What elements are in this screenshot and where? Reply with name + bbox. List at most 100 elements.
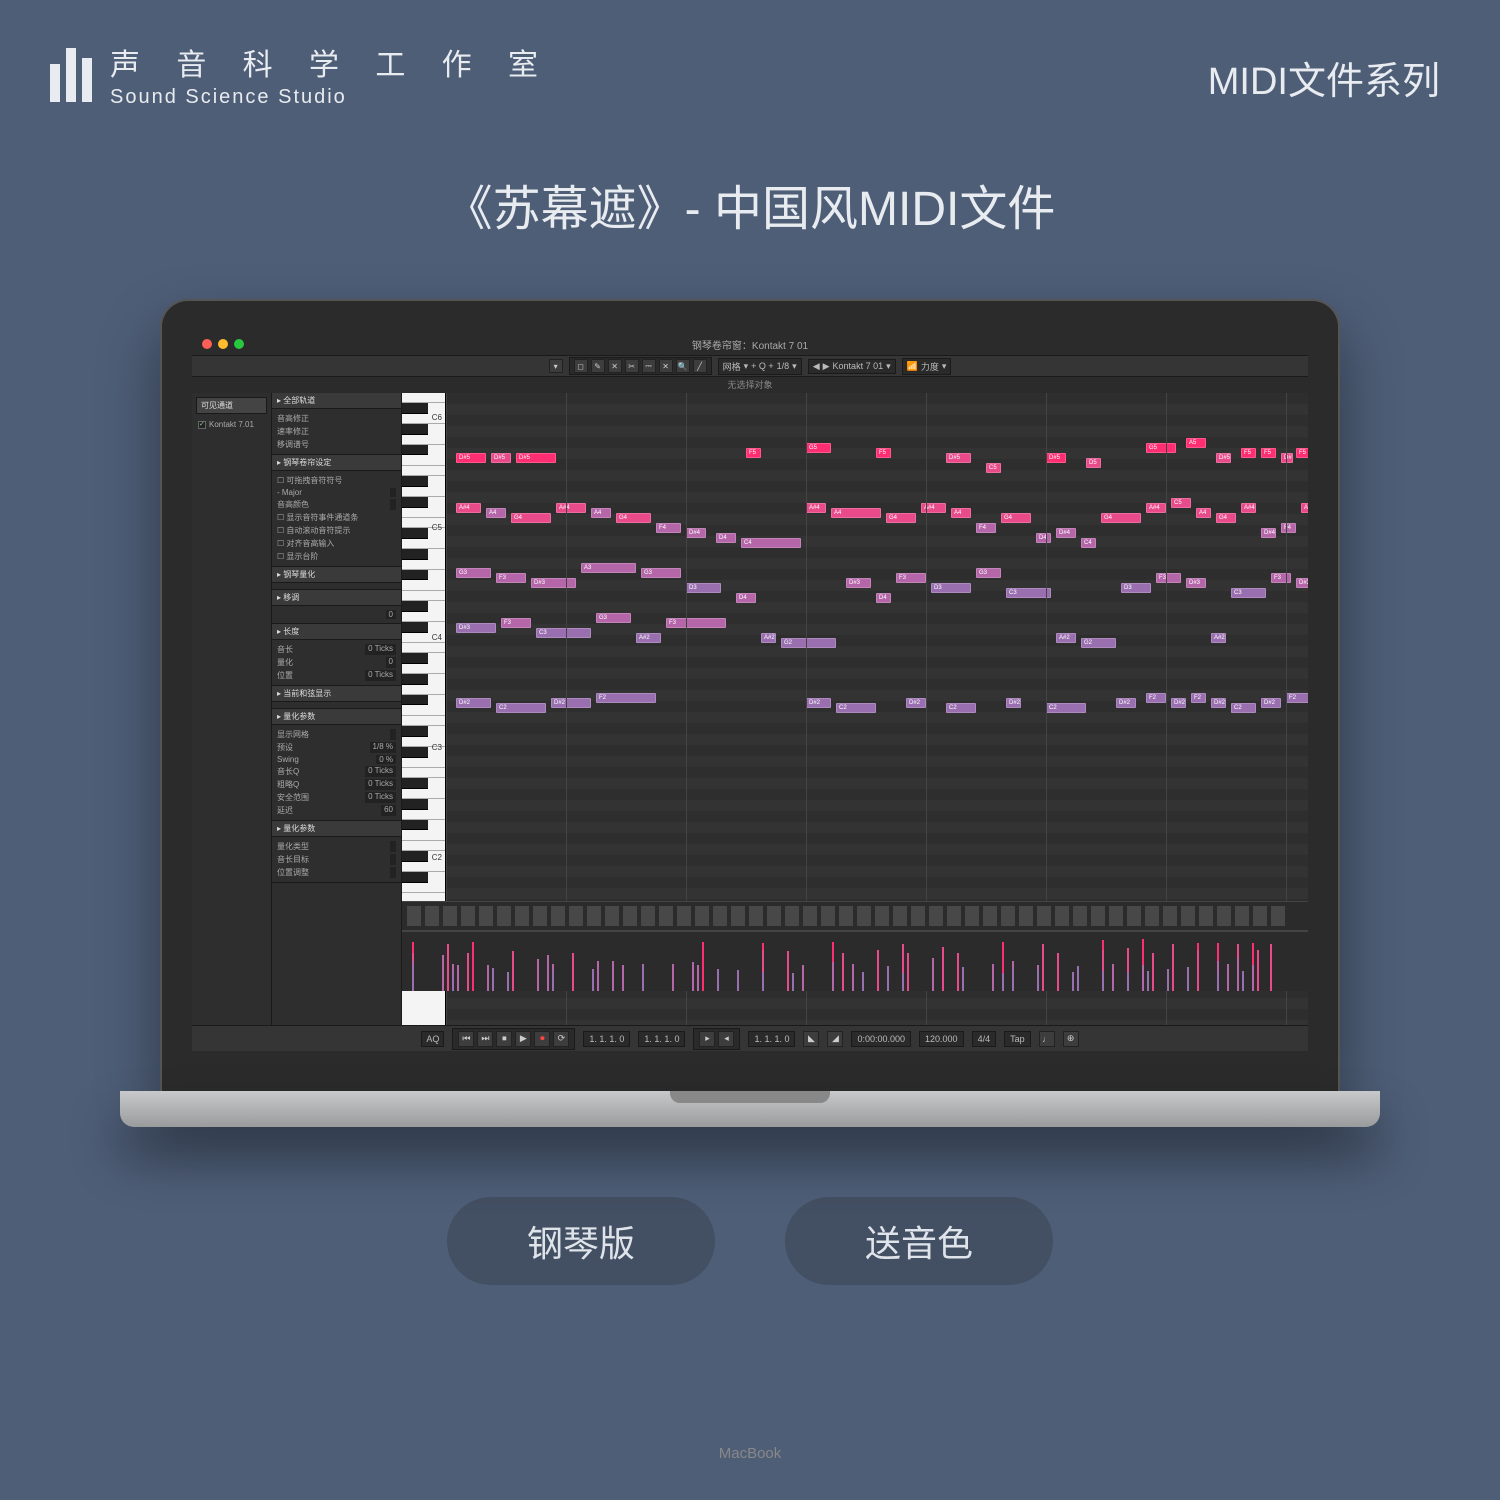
velocity-bar[interactable]	[1152, 953, 1154, 992]
tool-erase-icon[interactable]: ✕	[608, 359, 622, 373]
sustain-block[interactable]	[713, 906, 727, 926]
tool-select-icon[interactable]: ◻	[574, 359, 588, 373]
inspector-row[interactable]: ☐ 对齐音高输入	[277, 537, 396, 550]
velocity-bar[interactable]	[1242, 971, 1244, 991]
midi-note[interactable]: F5	[746, 448, 761, 458]
inspector-section-header[interactable]: ▸ 钢琴卷帘设定	[272, 455, 401, 471]
sustain-block[interactable]	[1055, 906, 1069, 926]
transport-forward-icon[interactable]: ⏭	[477, 1031, 493, 1047]
inspector-row[interactable]: ☐ 显示音符事件通道条	[277, 511, 396, 524]
velocity-bar[interactable]	[612, 961, 614, 991]
midi-note[interactable]: G4	[616, 513, 651, 523]
sustain-block[interactable]	[569, 906, 583, 926]
midi-note[interactable]: G2	[781, 638, 836, 648]
midi-note[interactable]: D4	[736, 593, 756, 603]
midi-note[interactable]: G4	[511, 513, 551, 523]
midi-note[interactable]: D#2	[906, 698, 926, 708]
velocity-bar[interactable]	[957, 953, 959, 992]
velocity-bar[interactable]	[457, 965, 459, 991]
midi-note[interactable]: D3	[686, 583, 721, 593]
sustain-block[interactable]	[1271, 906, 1285, 926]
velocity-bar[interactable]	[887, 966, 889, 991]
midi-note[interactable]: A#4	[1146, 503, 1166, 513]
velocity-bar[interactable]	[852, 964, 854, 992]
midi-note[interactable]: F4	[976, 523, 996, 533]
velocity-bar[interactable]	[452, 973, 454, 991]
midi-note[interactable]: A#2	[1211, 633, 1226, 643]
midi-note[interactable]: A5	[1186, 438, 1206, 448]
sustain-block[interactable]	[1145, 906, 1159, 926]
midi-note[interactable]: F2	[1146, 693, 1166, 703]
midi-note[interactable]: A#4	[456, 503, 481, 513]
punch-out-icon[interactable]: ◢	[827, 1031, 843, 1047]
sustain-block[interactable]	[1037, 906, 1051, 926]
velocity-bar[interactable]	[1270, 944, 1272, 991]
sync-icon[interactable]: ⊕	[1063, 1031, 1079, 1047]
marker-next-icon[interactable]: ◂	[718, 1031, 734, 1047]
velocity-bar[interactable]	[412, 972, 414, 991]
sustain-block[interactable]	[803, 906, 817, 926]
midi-note[interactable]: F3	[1156, 573, 1181, 583]
velocity-bar[interactable]	[1257, 950, 1259, 991]
midi-note[interactable]: D#5	[456, 453, 486, 463]
velocity-bar[interactable]	[692, 962, 694, 991]
velocity-bar[interactable]	[907, 953, 909, 992]
velocity-bar[interactable]	[1227, 964, 1229, 992]
midi-note[interactable]: F5	[1261, 448, 1276, 458]
midi-note[interactable]: D4	[876, 593, 891, 603]
velocity-bar[interactable]	[802, 965, 804, 991]
grid-dropdown[interactable]: + Q +	[751, 361, 774, 371]
sustain-lane[interactable]	[402, 901, 1308, 931]
velocity-bar[interactable]	[1172, 953, 1174, 992]
velocity-bar[interactable]	[537, 959, 539, 991]
inspector-row[interactable]: 音长Q0 Ticks	[277, 765, 396, 778]
velocity-bar[interactable]	[622, 965, 624, 991]
midi-note[interactable]: F4	[1281, 523, 1296, 533]
midi-note[interactable]: D#2	[806, 698, 831, 708]
velocity-bar[interactable]	[487, 965, 489, 991]
velocity-bar[interactable]	[1187, 973, 1189, 991]
sustain-block[interactable]	[479, 906, 493, 926]
midi-note[interactable]: F5	[876, 448, 891, 458]
inspector-row[interactable]: 量化0	[277, 656, 396, 669]
midi-note[interactable]: D3	[931, 583, 971, 593]
inspector-section-header[interactable]: ▸ 长度	[272, 624, 401, 640]
midi-note[interactable]: F3	[896, 573, 926, 583]
signature-display[interactable]: 4/4	[972, 1031, 997, 1047]
velocity-bar[interactable]	[877, 950, 879, 991]
inspector-row[interactable]: 位置0 Ticks	[277, 669, 396, 682]
velocity-bar[interactable]	[1142, 965, 1144, 991]
velocity-bar[interactable]	[1102, 971, 1104, 991]
velocity-bar[interactable]	[447, 944, 449, 991]
midi-note[interactable]: D#2	[1261, 698, 1281, 708]
velocity-bar[interactable]	[932, 961, 934, 991]
midi-note[interactable]: F2	[1286, 693, 1308, 703]
midi-note[interactable]: F2	[596, 693, 656, 703]
track-visibility-row[interactable]: Kontakt 7.01	[196, 418, 267, 431]
sustain-block[interactable]	[1127, 906, 1141, 926]
sustain-block[interactable]	[785, 906, 799, 926]
inspector-row[interactable]: 移调谱号	[277, 438, 396, 451]
velocity-lane[interactable]	[402, 931, 1308, 991]
velocity-bar[interactable]	[717, 969, 719, 991]
midi-note[interactable]: F3	[1271, 573, 1291, 583]
sustain-block[interactable]	[497, 906, 511, 926]
velocity-bar[interactable]	[1147, 971, 1149, 991]
marker-prev-icon[interactable]: ▸	[699, 1031, 715, 1047]
midi-note[interactable]: F5	[1296, 448, 1308, 458]
velocity-bar[interactable]	[792, 973, 794, 991]
velocity-bar[interactable]	[1252, 965, 1254, 991]
sustain-block[interactable]	[1163, 906, 1177, 926]
velocity-bar[interactable]	[472, 942, 474, 992]
sustain-block[interactable]	[929, 906, 943, 926]
tool-glue-icon[interactable]: ⎓	[642, 359, 656, 373]
sustain-block[interactable]	[767, 906, 781, 926]
aq-label[interactable]: AQ	[421, 1031, 444, 1047]
velocity-bar[interactable]	[1057, 953, 1059, 992]
sustain-block[interactable]	[1001, 906, 1015, 926]
midi-note[interactable]: A#4	[921, 503, 946, 513]
sustain-block[interactable]	[1019, 906, 1033, 926]
position-display-3[interactable]: 1. 1. 1. 0	[748, 1031, 795, 1047]
sustain-block[interactable]	[623, 906, 637, 926]
velocity-bar[interactable]	[1237, 958, 1239, 991]
